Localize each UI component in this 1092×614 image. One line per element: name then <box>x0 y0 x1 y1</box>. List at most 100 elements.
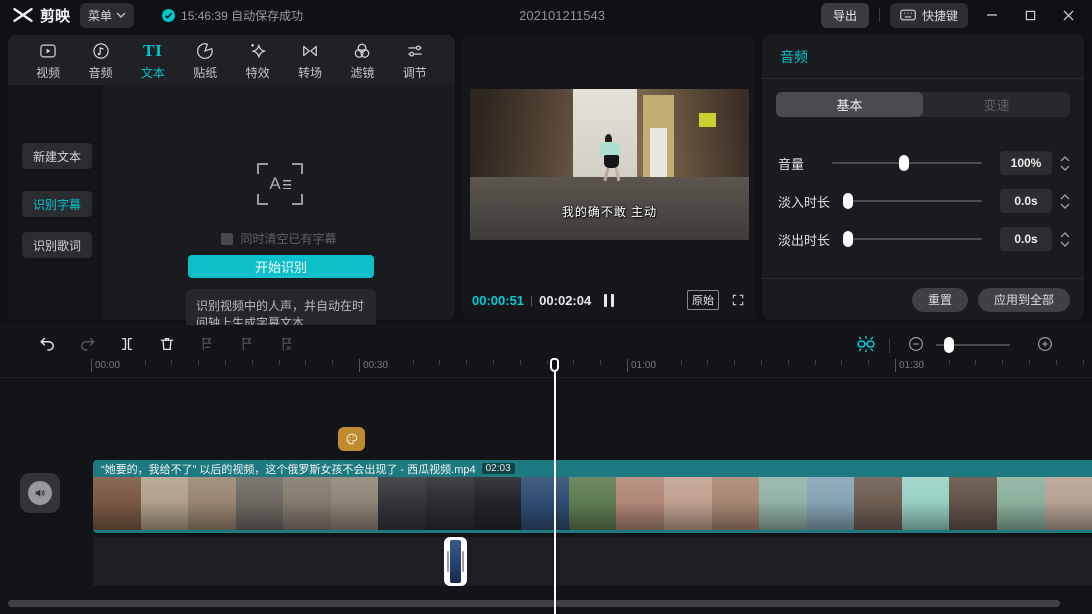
video-icon <box>40 44 56 57</box>
zoom-out-icon <box>909 337 923 351</box>
time-ruler[interactable]: 00:00 00:30 01:00 01:30 <box>0 358 1092 378</box>
sidebar-item-new-text[interactable]: 新建文本 <box>22 143 92 169</box>
tab-audio[interactable]: 音频 <box>74 40 126 81</box>
audio-inspector: 音频 基本 变速 音量 100% 淡入时长 0.0s 淡出时长 0.0s 重置 … <box>762 35 1084 320</box>
tab-filter[interactable]: 滤镜 <box>336 40 388 81</box>
tab-sticker[interactable]: 贴纸 <box>179 40 231 81</box>
keyboard-icon <box>900 9 916 21</box>
menu-button[interactable]: 菜单 <box>80 2 135 28</box>
pause-button[interactable] <box>600 290 618 311</box>
volume-value[interactable]: 100% <box>1000 151 1052 175</box>
clip-thumbnail <box>93 477 141 530</box>
palette-icon <box>346 433 357 445</box>
volume-label: 音量 <box>778 156 805 172</box>
horizontal-scrollbar[interactable] <box>8 600 1060 607</box>
tab-text-label: 文本 <box>140 65 165 80</box>
clip-thumbnail <box>996 477 1045 530</box>
volume-slider[interactable] <box>832 155 982 171</box>
tab-speed[interactable]: 变速 <box>923 92 1070 117</box>
split-icon <box>121 338 133 350</box>
pause-icon <box>610 293 614 307</box>
clip-right-handle[interactable] <box>462 551 464 572</box>
sidebar-item-recognize-subtitles[interactable]: 识别字幕 <box>22 191 92 217</box>
clip-thumbnail <box>235 477 284 530</box>
inspector-tab-bar: 基本 变速 <box>776 92 1070 117</box>
subtitle-track-lane[interactable] <box>93 537 1092 586</box>
export-button[interactable]: 导出 <box>820 2 869 28</box>
fade-out-value[interactable]: 0.0s <box>1000 227 1052 251</box>
fade-out-slider-handle[interactable] <box>843 231 853 247</box>
undo-button[interactable] <box>35 332 59 356</box>
timeline-zoom-slider[interactable] <box>936 337 1010 353</box>
inspector-footer: 重置 应用到全部 <box>762 278 1084 320</box>
volume-stepper[interactable] <box>1058 151 1072 175</box>
video-track-clip[interactable]: “她要的，我给不了” 以后的视频，这个俄罗斯女孩不会出现了 - 西瓜视频.mp4… <box>93 460 1092 533</box>
clip-thumbnail <box>568 477 617 530</box>
fade-in-slider[interactable] <box>843 193 982 209</box>
clip-thumbnail <box>426 477 474 530</box>
menu-label: 菜单 <box>88 8 113 23</box>
volume-slider-handle[interactable] <box>899 155 909 171</box>
project-id: 202101211543 <box>519 7 605 23</box>
preview-controls: 00:00:51 | 00:02:04 原始 <box>462 288 755 312</box>
clear-subtitles-checkbox[interactable] <box>221 232 234 245</box>
ruler-ticks <box>0 360 1092 365</box>
playhead[interactable] <box>549 358 561 614</box>
maximize-button[interactable] <box>1016 3 1044 27</box>
auto-snap-button[interactable] <box>854 332 878 356</box>
timecode-separator: | <box>530 293 534 307</box>
marker-button[interactable] <box>235 332 259 356</box>
zoom-out-button[interactable] <box>904 332 928 356</box>
fade-in-slider-handle[interactable] <box>843 193 853 209</box>
redo-icon <box>80 337 95 351</box>
selected-subtitle-clip[interactable] <box>444 537 467 586</box>
tab-transition[interactable]: 转场 <box>284 40 336 81</box>
shortcuts-button[interactable]: 快捷键 <box>889 2 968 28</box>
flag-ai-icon <box>202 337 212 351</box>
sidebar-item-recognize-lyrics[interactable]: 识别歌词 <box>22 232 92 258</box>
video-viewport[interactable]: 我的确不敢 主动 <box>470 89 749 240</box>
clip-thumbnail <box>378 477 427 530</box>
apply-to-all-button[interactable]: 应用到全部 <box>977 287 1070 312</box>
tab-effects[interactable]: 特效 <box>232 40 284 81</box>
text-subnav: 新建文本 识别字幕 识别歌词 <box>8 85 103 320</box>
inspector-title: 音频 <box>762 35 1084 79</box>
marker-ai-button[interactable] <box>195 332 219 356</box>
clip-thumbnail <box>473 477 522 530</box>
check-circle-icon <box>162 8 176 22</box>
close-button[interactable] <box>1054 3 1082 27</box>
filter-icon <box>355 43 370 58</box>
playhead-head[interactable] <box>550 358 559 372</box>
sticker-icon <box>197 42 214 59</box>
clip-left-handle[interactable] <box>447 551 449 572</box>
fade-in-stepper[interactable] <box>1058 189 1072 213</box>
track-mute-button[interactable] <box>20 473 60 513</box>
zoom-in-button[interactable] <box>1033 332 1057 356</box>
marker-remove-button[interactable] <box>275 332 299 356</box>
app-logo: 剪映 <box>12 5 70 26</box>
split-button[interactable] <box>115 332 139 356</box>
tab-filter-label: 滤镜 <box>350 65 375 80</box>
fade-out-slider[interactable] <box>843 231 982 247</box>
ruler-label: 01:00 <box>627 359 656 372</box>
timeline-zoom-handle[interactable] <box>944 337 954 353</box>
fullscreen-button[interactable] <box>731 293 745 307</box>
minimize-button[interactable] <box>978 3 1006 27</box>
fade-in-value[interactable]: 0.0s <box>1000 189 1052 213</box>
tab-adjust[interactable]: 调节 <box>389 40 441 81</box>
fade-out-stepper[interactable] <box>1058 227 1072 251</box>
volume-row: 音量 100% <box>762 151 1084 175</box>
tab-video[interactable]: 视频 <box>22 40 74 81</box>
redo-button[interactable] <box>75 332 99 356</box>
start-recognition-button[interactable]: 开始识别 <box>188 255 374 278</box>
original-quality-button[interactable]: 原始 <box>687 290 719 310</box>
timeline-toolbar <box>0 329 1092 359</box>
tab-text[interactable]: TI 文本 <box>127 40 179 81</box>
delete-button[interactable] <box>155 332 179 356</box>
adjustment-badge[interactable] <box>338 427 365 451</box>
app-window: 剪映 菜单 15:46:39 自动保存成功 202101211543 导出 快捷… <box>0 0 1092 614</box>
sparkle-icon <box>250 43 266 58</box>
reset-button[interactable]: 重置 <box>911 287 968 312</box>
media-tab-bar: 视频 音频 TI 文本 贴纸 特效 转场 滤镜 调节 <box>8 35 455 85</box>
tab-basic[interactable]: 基本 <box>776 92 923 117</box>
